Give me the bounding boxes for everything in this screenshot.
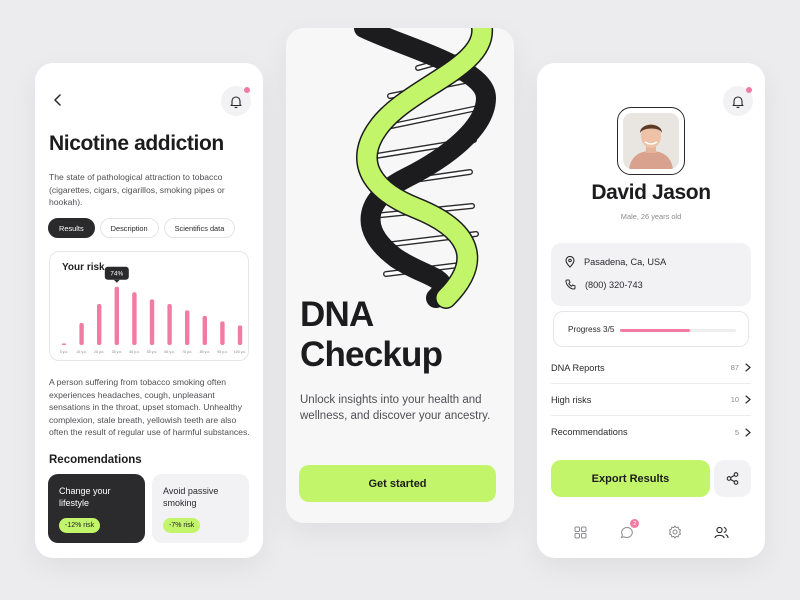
risk-chart: Your risk 5 у.о. 15 у.о. 25 у.о. 35 у.о. 45 …	[49, 251, 249, 361]
recommendation-card-passive-smoking[interactable]: Avoid passive smoking -7% risk	[152, 474, 249, 543]
risk-badge: -12% risk	[59, 518, 101, 533]
risk-bar-2[interactable]	[97, 304, 102, 345]
risk-tooltip: 74%	[104, 266, 129, 283]
risk-bar-9[interactable]	[220, 321, 225, 345]
share-icon	[726, 472, 739, 485]
get-started-button[interactable]: Get started	[299, 465, 496, 502]
avatar-photo	[623, 113, 679, 169]
tab-bar: Results Description Scientifics data	[48, 218, 236, 238]
dna-checkup-card: DNA Checkup Unlock insights into your he…	[286, 28, 514, 523]
risk-tooltip-label: 74%	[110, 271, 123, 278]
chevron-right-icon	[745, 363, 751, 372]
list-item-count: 87	[730, 363, 739, 372]
risk-bar-1[interactable]	[79, 322, 84, 345]
x-tick-label: 65 у.о.	[164, 350, 174, 354]
hero-subtitle: Unlock insights into your health and wel…	[300, 394, 491, 422]
x-tick-label: 75 у.о.	[182, 350, 192, 354]
phone-text: (800) 320-743	[585, 279, 643, 290]
x-tick-label: 5 у.о.	[60, 350, 68, 354]
phone-icon	[565, 279, 576, 290]
notifications-button[interactable]	[723, 86, 753, 116]
back-button[interactable]	[48, 90, 68, 110]
export-results-button[interactable]: Export Results	[551, 460, 710, 497]
nav-dashboard[interactable]	[570, 522, 590, 542]
x-tick-label: 15 у.о.	[76, 350, 86, 354]
risk-bar-10[interactable]	[237, 325, 243, 345]
progress-track	[620, 329, 736, 332]
list-item-dna-reports[interactable]: DNA Reports 87	[551, 352, 751, 384]
x-tick-label: 85 у.о.	[200, 350, 210, 354]
risk-bar-chart: 5 у.о. 15 у.о. 25 у.о. 35 у.о. 45 у.о. 55 у.о…	[60, 266, 246, 354]
chevron-right-icon	[745, 395, 751, 404]
recommendation-card-lifestyle[interactable]: Change your lifestyle -12% risk	[48, 474, 145, 543]
tab-scientifics-data[interactable]: Scientifics data	[163, 218, 236, 238]
dna-helix-illustration	[354, 28, 497, 309]
risk-bar-7[interactable]	[185, 310, 190, 345]
risk-bar-3[interactable]	[114, 286, 119, 345]
risk-bar-5[interactable]	[149, 299, 155, 345]
hero-title: DNA Checkup	[300, 295, 443, 375]
notification-dot	[244, 87, 250, 93]
location-text: Pasadena, Ca, USA	[584, 257, 667, 267]
location-row: Pasadena, Ca, USA	[565, 256, 666, 268]
x-tick-label: 100 у.о.	[234, 350, 246, 354]
nav-profile[interactable]	[712, 522, 732, 542]
nav-messages[interactable]: 2	[617, 519, 640, 542]
profile-card: David Jason Male, 26 years old Pasadena,…	[537, 63, 765, 558]
list-item-high-risks[interactable]: High risks 10	[551, 384, 751, 416]
risk-badge: -7% risk	[163, 518, 201, 533]
condition-description: The state of pathological attraction to …	[49, 172, 225, 207]
condition-body-text: A person suffering from tobacco smoking …	[49, 377, 250, 437]
recommendation-label: Avoid passive smoking	[163, 486, 219, 508]
x-tick-label: 45 у.о.	[129, 350, 139, 354]
progress-label: Progress 3/5	[568, 325, 615, 334]
recommendations-title: Recomendations	[49, 454, 142, 466]
list-item-label: High risks	[551, 394, 592, 405]
bell-icon	[230, 95, 242, 108]
messages-badge: 2	[630, 519, 640, 528]
list-item-count: 10	[730, 395, 739, 404]
avatar[interactable]	[617, 107, 685, 175]
notifications-button[interactable]	[221, 86, 251, 116]
location-pin-icon	[565, 256, 575, 268]
contact-info: Pasadena, Ca, USA (800) 320-743	[551, 243, 751, 306]
nav-settings[interactable]	[665, 522, 685, 542]
users-icon	[714, 526, 730, 538]
x-tick-label: 55 у.о.	[147, 350, 157, 354]
profile-name: David Jason	[591, 181, 711, 204]
progress-card: Progress 3/5	[553, 311, 749, 347]
x-tick-label: 35 у.о.	[112, 350, 122, 354]
recommendation-label: Change your lifestyle	[59, 486, 111, 508]
hero-title-line-1: DNA	[300, 295, 374, 334]
gear-icon	[668, 525, 681, 539]
profile-meta: Male, 26 years old	[620, 212, 682, 221]
chevron-right-icon	[745, 427, 751, 437]
list-item-recommendations[interactable]: Recommendations 5	[551, 416, 751, 448]
share-button[interactable]	[714, 460, 751, 497]
bell-icon	[732, 95, 744, 108]
risk-bar-6[interactable]	[167, 304, 172, 345]
notification-dot	[746, 87, 752, 93]
phone-row[interactable]: (800) 320-743	[565, 279, 643, 290]
risk-bar-0[interactable]	[61, 343, 67, 345]
x-tick-label: 95 у.о.	[217, 350, 227, 354]
tab-results[interactable]: Results	[48, 218, 95, 238]
chevron-left-icon	[54, 94, 61, 106]
list-item-count: 5	[734, 427, 739, 437]
x-tick-label: 25 у.о.	[94, 350, 104, 354]
page-title: Nicotine addiction	[49, 132, 224, 155]
grid-icon	[574, 526, 586, 538]
list-item-label: DNA Reports	[551, 362, 605, 373]
hero-title-line-2: Checkup	[300, 335, 443, 374]
risk-bar-8[interactable]	[202, 315, 207, 345]
nicotine-addiction-card: Nicotine addiction The state of patholog…	[35, 63, 263, 558]
tab-description[interactable]: Description	[99, 218, 159, 238]
bottom-navbar: 2	[551, 518, 751, 546]
progress-fill	[620, 329, 690, 332]
list-item-label: Recommendations	[551, 427, 628, 437]
risk-bar-4[interactable]	[132, 292, 137, 345]
